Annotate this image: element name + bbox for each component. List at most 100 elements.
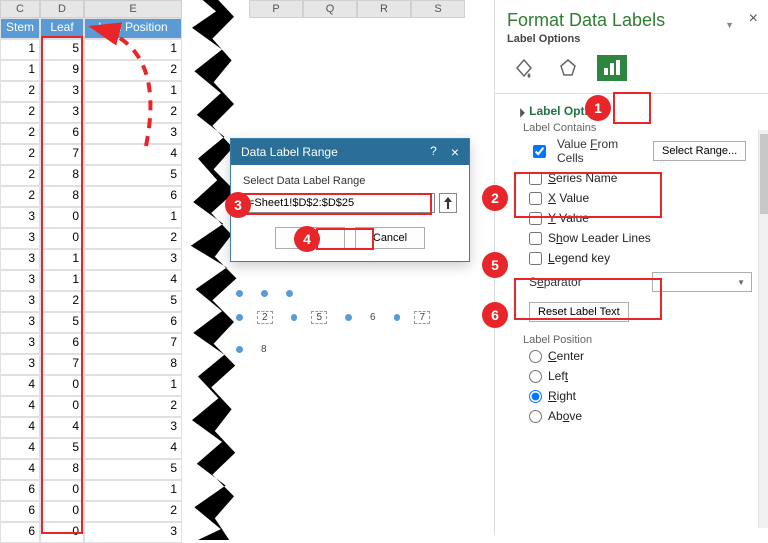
data-point[interactable]: [394, 314, 401, 321]
cell-stem[interactable]: 3: [0, 333, 40, 354]
colhead-d[interactable]: D: [40, 0, 84, 18]
dropdown-icon[interactable]: ▼: [725, 20, 734, 30]
select-range-label: Select Data Label Range: [243, 175, 457, 187]
cell-pos[interactable]: 6: [84, 312, 182, 333]
cell-stem[interactable]: 4: [0, 459, 40, 480]
cell-stem[interactable]: 2: [0, 123, 40, 144]
cell-stem[interactable]: 3: [0, 354, 40, 375]
data-label: 6: [370, 312, 376, 323]
leader-lines-checkbox[interactable]: [529, 232, 542, 245]
cell-stem[interactable]: 2: [0, 186, 40, 207]
chart-sample: 2 5 6 7 8: [230, 290, 430, 370]
pos-above-radio[interactable]: [529, 410, 542, 423]
cell-stem[interactable]: 2: [0, 144, 40, 165]
cell-stem[interactable]: 1: [0, 39, 40, 60]
annotation-circle-5: 5: [482, 252, 508, 278]
annotation-circle-2: 2: [482, 185, 508, 211]
cell-pos[interactable]: 3: [84, 417, 182, 438]
range-picker-icon[interactable]: [439, 193, 457, 213]
data-point[interactable]: [261, 290, 268, 297]
value-from-cells-checkbox[interactable]: [533, 145, 546, 158]
table-row: 601: [0, 480, 235, 501]
cell-stem[interactable]: 1: [0, 60, 40, 81]
cell-pos[interactable]: 3: [84, 249, 182, 270]
data-point[interactable]: [286, 290, 293, 297]
fill-icon[interactable]: [509, 55, 539, 81]
cell-pos[interactable]: 8: [84, 354, 182, 375]
cell-pos[interactable]: 2: [84, 396, 182, 417]
effects-icon[interactable]: [553, 55, 583, 81]
cell-pos[interactable]: 1: [84, 207, 182, 228]
cell-pos[interactable]: 2: [84, 228, 182, 249]
help-icon[interactable]: ?: [430, 144, 437, 160]
data-point[interactable]: [236, 290, 243, 297]
colhead-q[interactable]: Q: [303, 0, 357, 18]
annotation-circle-1: 1: [585, 95, 611, 121]
pos-right-radio[interactable]: [529, 390, 542, 403]
close-icon[interactable]: ×: [749, 10, 758, 28]
pos-center-radio[interactable]: [529, 350, 542, 363]
cell-stem[interactable]: 3: [0, 249, 40, 270]
cell-pos[interactable]: 1: [84, 480, 182, 501]
cell-stem[interactable]: 3: [0, 291, 40, 312]
data-label[interactable]: 5: [311, 311, 327, 324]
column-headers-right: P Q R S: [249, 0, 465, 18]
cell-pos[interactable]: 5: [84, 291, 182, 312]
colhead-c[interactable]: C: [0, 0, 40, 18]
data-label[interactable]: 7: [414, 311, 430, 324]
data-point[interactable]: [291, 314, 298, 321]
cell-pos[interactable]: 3: [84, 522, 182, 543]
cell-pos[interactable]: 5: [84, 459, 182, 480]
data-point[interactable]: [236, 314, 243, 321]
pos-left-radio[interactable]: [529, 370, 542, 383]
cell-stem[interactable]: 4: [0, 375, 40, 396]
label-position-label: Label Position: [507, 328, 756, 346]
data-label[interactable]: 2: [257, 311, 273, 324]
leader-lines-label: Show Leader Lines: [548, 231, 651, 245]
pane-icon-tabs: [495, 51, 768, 91]
cell-pos[interactable]: 7: [84, 333, 182, 354]
cell-stem[interactable]: 6: [0, 522, 40, 543]
scrollbar[interactable]: [758, 130, 768, 528]
annotation-box-column-d: [41, 36, 83, 534]
header-stem[interactable]: Stem: [0, 18, 40, 39]
chart-options-icon[interactable]: [597, 55, 627, 81]
annotation-circle-3: 3: [225, 192, 251, 218]
cell-stem[interactable]: 2: [0, 165, 40, 186]
colhead-r[interactable]: R: [357, 0, 411, 18]
separator-select[interactable]: ,▼: [652, 272, 752, 292]
scroll-thumb[interactable]: [760, 134, 768, 214]
data-point[interactable]: [236, 346, 243, 353]
data-point[interactable]: [345, 314, 352, 321]
cell-stem[interactable]: 6: [0, 480, 40, 501]
legend-key-checkbox[interactable]: [529, 252, 542, 265]
table-row: 313: [0, 249, 235, 270]
annotation-box-input: [244, 193, 432, 215]
cell-stem[interactable]: 2: [0, 102, 40, 123]
annotation-circle-6: 6: [482, 302, 508, 328]
cell-stem[interactable]: 4: [0, 417, 40, 438]
pos-center-label: Center: [548, 349, 584, 363]
cell-stem[interactable]: 2: [0, 81, 40, 102]
cell-stem[interactable]: 3: [0, 228, 40, 249]
cell-stem[interactable]: 3: [0, 270, 40, 291]
annotation-circle-4: 4: [294, 226, 320, 252]
close-icon[interactable]: ×: [451, 144, 459, 160]
cell-stem[interactable]: 4: [0, 438, 40, 459]
cell-pos[interactable]: 2: [84, 501, 182, 522]
cell-pos[interactable]: 1: [84, 375, 182, 396]
cell-stem[interactable]: 6: [0, 501, 40, 522]
cell-stem[interactable]: 4: [0, 396, 40, 417]
format-data-labels-pane: × ▼ Format Data Labels Label Options Lab…: [494, 0, 768, 534]
value-from-cells-label: Value From Cells: [557, 137, 627, 165]
cell-stem[interactable]: 3: [0, 312, 40, 333]
annotation-box-chart-icon: [613, 92, 651, 124]
table-row: 325: [0, 291, 235, 312]
cell-stem[interactable]: 3: [0, 207, 40, 228]
table-row: 454: [0, 438, 235, 459]
select-range-button[interactable]: Select Range...: [653, 141, 746, 161]
cell-pos[interactable]: 4: [84, 438, 182, 459]
colhead-s[interactable]: S: [411, 0, 465, 18]
cell-pos[interactable]: 4: [84, 270, 182, 291]
dialog-titlebar[interactable]: Data Label Range ? ×: [231, 139, 469, 165]
